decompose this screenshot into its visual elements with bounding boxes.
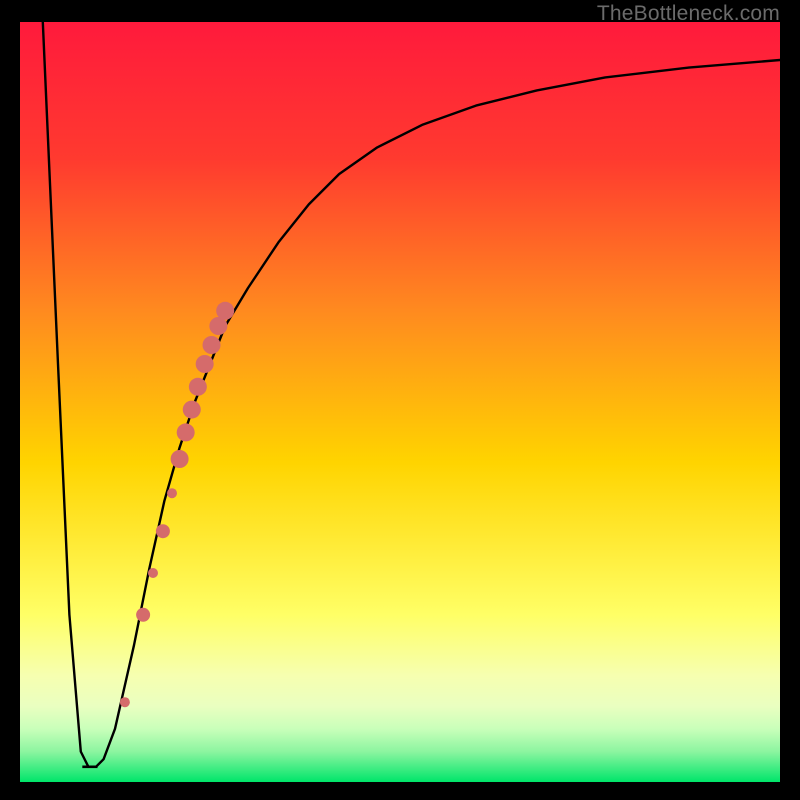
data-marker bbox=[171, 450, 189, 468]
data-marker bbox=[203, 336, 221, 354]
data-marker bbox=[120, 697, 130, 707]
frame: TheBottleneck.com bbox=[0, 0, 800, 800]
data-marker bbox=[216, 302, 234, 320]
data-marker bbox=[189, 378, 207, 396]
data-marker bbox=[183, 401, 201, 419]
plot-area bbox=[20, 22, 780, 782]
curve-path bbox=[43, 22, 780, 767]
data-marker bbox=[156, 524, 170, 538]
data-marker bbox=[148, 568, 158, 578]
marker-group bbox=[120, 302, 234, 707]
data-marker bbox=[167, 488, 177, 498]
bottleneck-curve bbox=[20, 22, 780, 782]
data-marker bbox=[136, 608, 150, 622]
data-marker bbox=[196, 355, 214, 373]
data-marker bbox=[177, 423, 195, 441]
watermark-text: TheBottleneck.com bbox=[597, 2, 780, 26]
